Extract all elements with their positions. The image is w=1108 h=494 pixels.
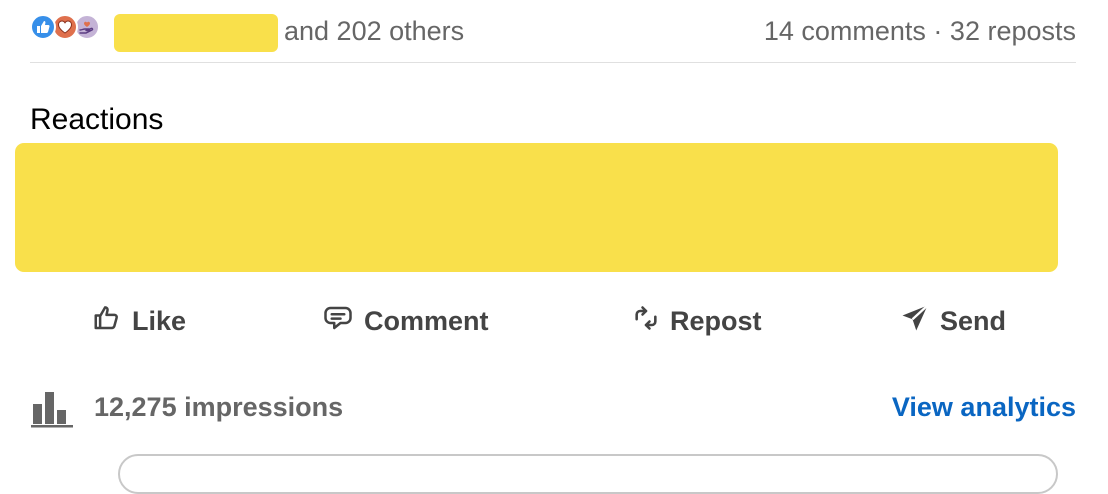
redacted-reactions-list [15, 143, 1058, 272]
speech-bubble-icon [322, 303, 354, 340]
send-label: Send [940, 305, 1007, 336]
reactions-heading: Reactions [30, 103, 164, 136]
repost-button[interactable]: Repost [632, 298, 762, 344]
like-button[interactable]: Like [92, 298, 186, 344]
comments-count-link[interactable]: 14 comments [764, 16, 926, 46]
post-action-bar: Like Comment Repost Send [0, 298, 1108, 346]
count-separator: · [933, 16, 943, 46]
repost-arrows-icon [632, 303, 660, 340]
repost-label: Repost [670, 305, 762, 336]
comment-button[interactable]: Comment [322, 298, 489, 344]
like-label: Like [132, 305, 187, 336]
view-analytics-link[interactable]: View analytics [892, 392, 1076, 423]
thumbs-up-icon [92, 303, 122, 340]
reaction-icons[interactable] [30, 14, 108, 42]
engagement-counts: 14 comments · 32 reposts [764, 16, 1076, 47]
reposts-count-link[interactable]: 32 reposts [950, 16, 1076, 46]
bar-chart-icon [30, 390, 74, 433]
impressions-count: 12,275 impressions [94, 392, 344, 422]
social-counts-bar: and 202 others 14 comments · 32 reposts [30, 10, 1076, 54]
redacted-reactor-names [114, 14, 278, 52]
comment-label: Comment [364, 305, 489, 336]
analytics-bar: 12,275 impressions View analytics [30, 388, 1076, 432]
paper-plane-icon [900, 303, 930, 340]
reaction-count-text[interactable]: and 202 others [284, 16, 464, 47]
social-divider [30, 62, 1076, 63]
comment-box-edge [118, 454, 1058, 494]
send-button[interactable]: Send [900, 298, 1006, 344]
like-reaction-icon [30, 14, 56, 40]
